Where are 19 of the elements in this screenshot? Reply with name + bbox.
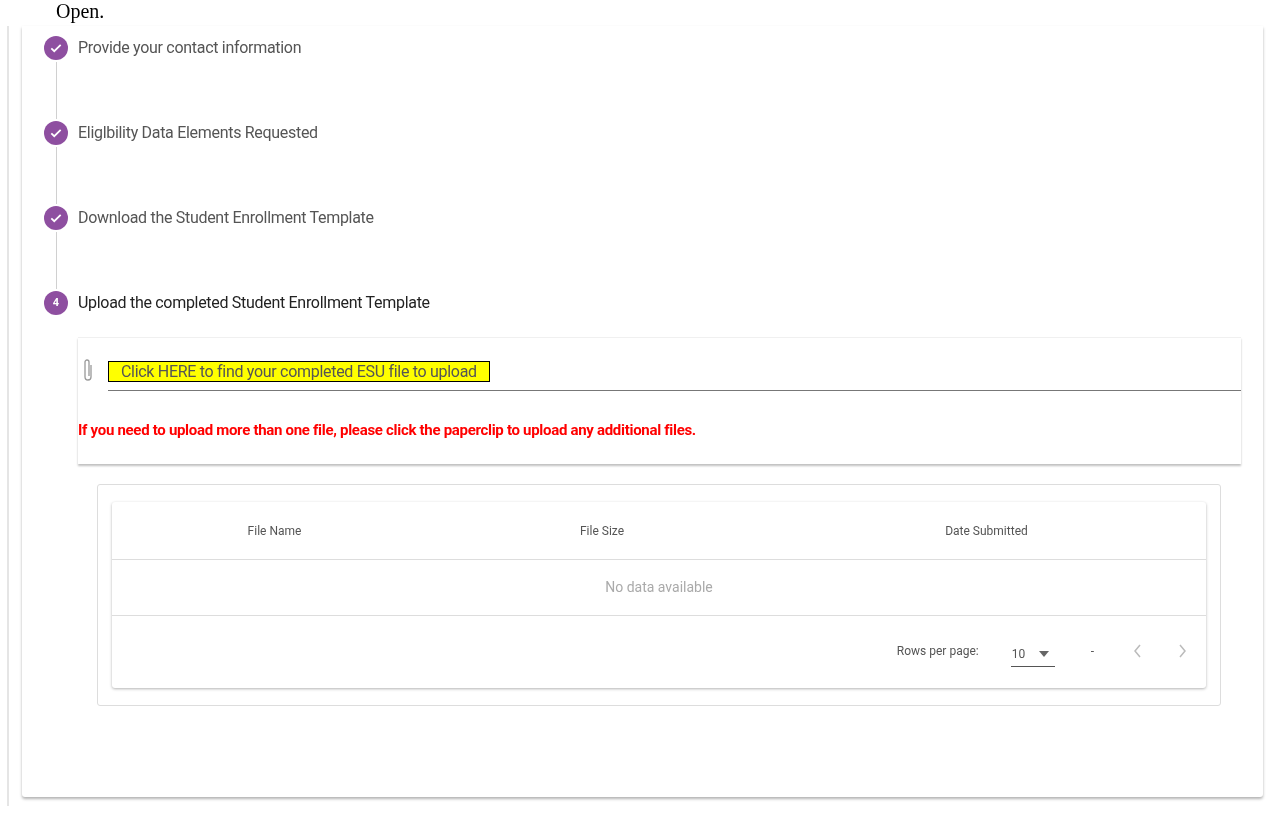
column-header[interactable]: File Size [579, 521, 625, 540]
paperclip-icon[interactable] [82, 358, 94, 384]
column-header[interactable]: Date Submitted [945, 521, 1028, 540]
rows-per-page-label: Rows per page: [896, 643, 979, 660]
upload-link[interactable]: Click HERE to find your completed ESU file to upload [108, 361, 490, 382]
rows-per-page-select[interactable]: 10 [1010, 641, 1055, 667]
page-range: - [1090, 643, 1094, 660]
step-label: Download the Student Enrollment Template [78, 207, 374, 229]
dropdown-caret-icon [1038, 650, 1049, 657]
page-heading: Open. [56, 0, 105, 22]
upload-note: If you need to upload more than one file, please click the paperclip to upload any additional files. [78, 420, 697, 441]
step-number-badge: 4 [44, 291, 68, 315]
next-page-icon[interactable] [1178, 643, 1188, 659]
column-header[interactable]: File Name [247, 521, 302, 540]
empty-message: No data available [605, 578, 713, 597]
previous-page-icon[interactable] [1132, 643, 1142, 659]
step-label: Upload the completed Student Enrollment Template [78, 292, 430, 314]
step-label: Eliglbility Data Elements Requested [78, 122, 318, 144]
step-label: Provide your contact information [78, 37, 302, 59]
